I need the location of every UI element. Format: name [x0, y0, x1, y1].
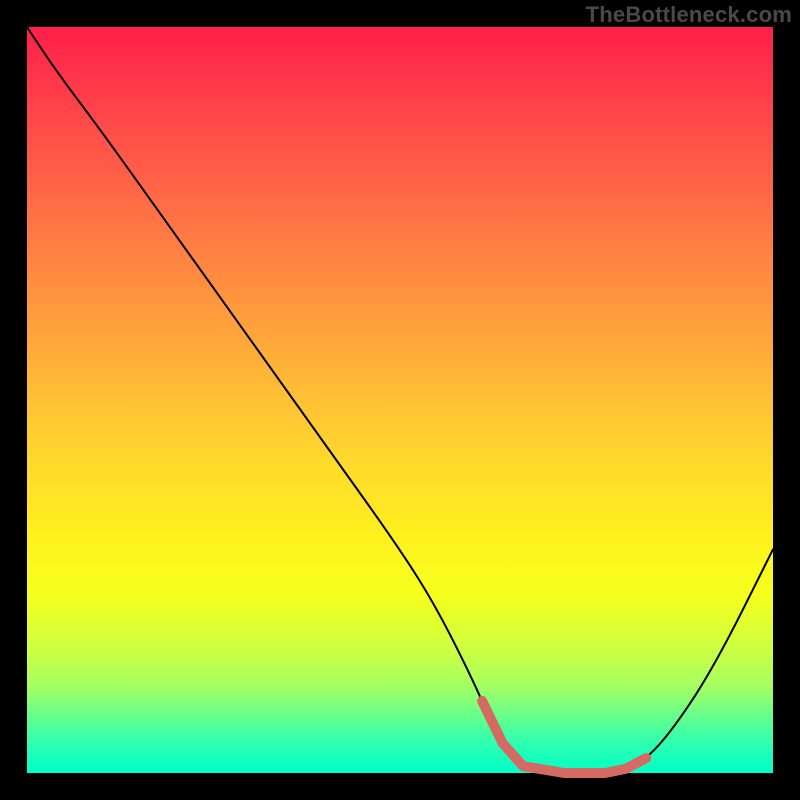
plot-area: [27, 27, 773, 773]
curve-svg: [27, 27, 773, 773]
watermark-text: TheBottleneck.com: [586, 2, 792, 28]
chart-frame: TheBottleneck.com: [0, 0, 800, 800]
optimal-highlight: [482, 701, 646, 773]
bottleneck-curve: [27, 27, 773, 773]
